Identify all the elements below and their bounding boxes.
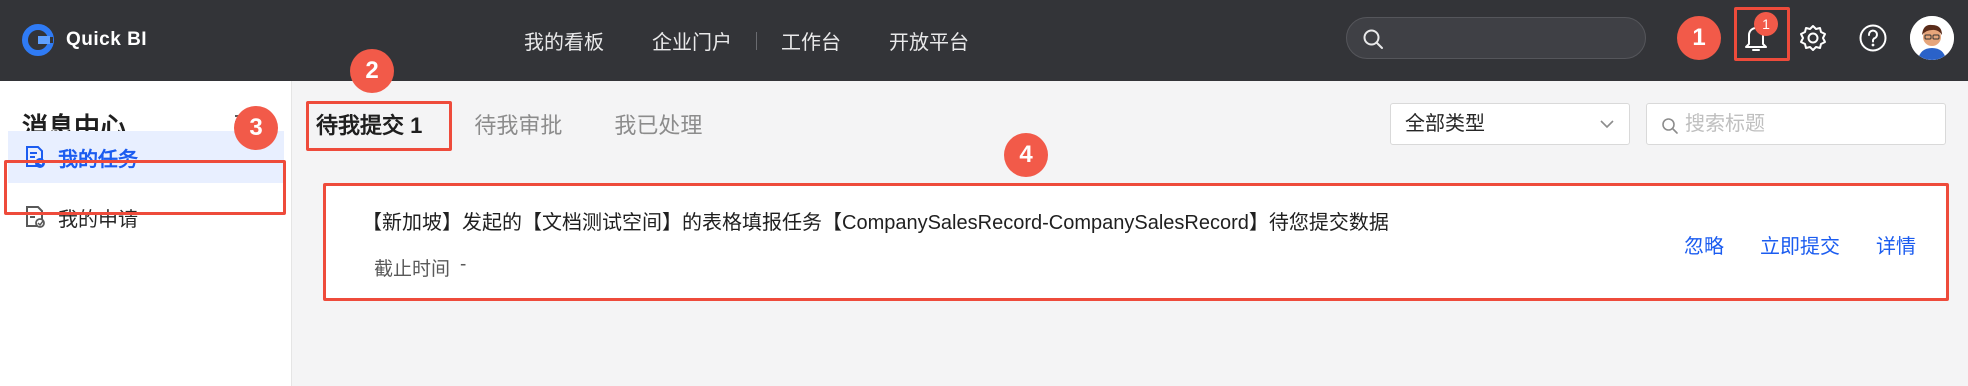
task-title: 【新加坡】发起的【文档测试空间】的表格填报任务【CompanySalesReco… — [362, 212, 1389, 234]
deadline-value: - — [460, 254, 467, 275]
nav-item-open-platform[interactable]: 开放平台 — [865, 26, 993, 55]
avatar-icon — [1910, 16, 1954, 60]
tab-processed[interactable]: 我已处理 — [598, 108, 718, 140]
nav-item-dashboards[interactable]: 我的看板 — [500, 26, 628, 55]
top-bar: Quick BI 我的看板 企业门户 工作台 开放平台 1 — [0, 0, 1968, 81]
gear-icon — [1800, 25, 1826, 51]
top-nav: 我的看板 企业门户 工作台 开放平台 — [500, 0, 993, 81]
chevron-down-icon — [1600, 120, 1614, 129]
sidebar-item-label: 我的申请 — [58, 208, 138, 231]
task-actions: 忽略 立即提交 详情 — [1684, 230, 1916, 259]
task-icon — [26, 146, 45, 168]
type-filter-select[interactable]: 全部类型 — [1390, 103, 1630, 145]
help-icon — [1859, 24, 1887, 52]
deadline-label: 截止时间 — [374, 259, 451, 280]
tab-pending-approval[interactable]: 待我审批 — [458, 108, 578, 140]
message-tabs: 待我提交 1 待我审批 我已处理 — [300, 81, 738, 167]
title-search-input[interactable] — [1685, 110, 1935, 138]
task-card: 【新加坡】发起的【文档测试空间】的表格填报任务【CompanySalesReco… — [326, 186, 1946, 298]
details-button[interactable]: 详情 — [1876, 230, 1916, 259]
sidebar-item-my-applications[interactable]: 我的申请 — [8, 191, 284, 243]
nav-item-workbench[interactable]: 工作台 — [757, 26, 865, 55]
type-filter-value: 全部类型 — [1405, 113, 1485, 135]
application-icon — [26, 206, 45, 228]
sidebar-item-label: 我的任务 — [58, 148, 138, 171]
callout-marker-1: 1 — [1677, 16, 1721, 60]
nav-item-portal[interactable]: 企业门户 — [628, 26, 756, 55]
app-logo[interactable]: Quick BI — [20, 22, 147, 58]
task-deadline: 截止时间 - — [374, 254, 466, 281]
submit-now-button[interactable]: 立即提交 — [1760, 230, 1840, 259]
callout-marker-4: 4 — [1004, 133, 1048, 177]
callout-marker-2: 2 — [350, 49, 394, 93]
help-button[interactable] — [1855, 20, 1891, 56]
search-icon — [1363, 29, 1383, 49]
notification-count-badge: 1 — [1754, 12, 1778, 36]
tab-pending-submission[interactable]: 待我提交 1 — [300, 108, 438, 140]
title-search-field[interactable] — [1646, 103, 1946, 145]
quick-bi-logo-icon — [22, 24, 54, 56]
search-icon — [1662, 118, 1678, 134]
app-name: Quick BI — [66, 29, 148, 50]
ignore-button[interactable]: 忽略 — [1684, 230, 1724, 259]
global-search-input[interactable] — [1346, 17, 1646, 59]
callout-marker-3: 3 — [234, 106, 278, 150]
settings-button[interactable] — [1795, 20, 1831, 56]
user-avatar[interactable] — [1910, 16, 1954, 60]
